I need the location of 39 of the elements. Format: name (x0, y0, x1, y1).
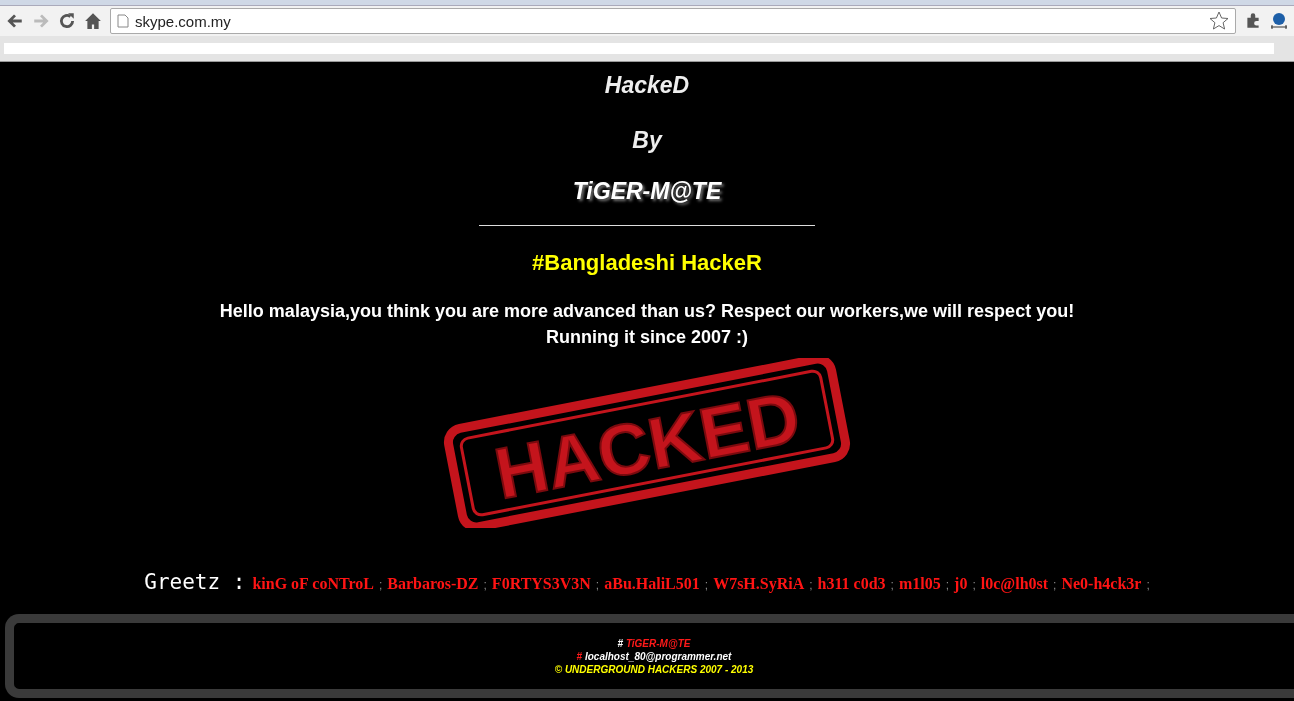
home-icon[interactable] (84, 12, 102, 30)
greetz-name: aBu.HaliL501 (604, 575, 700, 593)
footer-line: # TiGER-M@TE (617, 636, 691, 650)
greetz-name: kinG oF coNTroL (252, 575, 374, 593)
greetz-name: W7sH.SyRiA (713, 575, 805, 593)
greetz-name: Barbaros-DZ (387, 575, 479, 593)
greetz-name: j0 (954, 575, 968, 593)
greetz-name: F0RTYS3V3N (491, 575, 591, 593)
tagline: #Bangladeshi HackeR (532, 250, 762, 276)
page-icon (117, 14, 129, 28)
message-text: Hello malaysia,you think you are more advanced than us? Respect our workers,we will respect you! (219, 300, 1075, 323)
heading: By (632, 127, 662, 154)
greetz-name: l0c@lh0st (980, 575, 1049, 593)
puzzle-icon[interactable] (1244, 12, 1262, 30)
separator: ; (972, 578, 976, 592)
greetz-name: Ne0-h4ck3r (1061, 575, 1142, 593)
heading: HackeD (604, 72, 690, 99)
extension-icon[interactable] (1270, 12, 1288, 30)
url-text: skype.com.my (135, 12, 232, 30)
message-text: Running it since 2007 :) (544, 326, 749, 349)
address-bar[interactable]: skype.com.my (110, 8, 1236, 34)
separator: ; (378, 578, 383, 592)
greetz-label: Greetz : (144, 570, 246, 594)
copyright-text: © UNDERGROUND HACKERS 2007 - 2013 (554, 662, 754, 676)
star-icon[interactable] (1209, 11, 1229, 31)
reload-icon[interactable] (58, 12, 76, 30)
separator: ; (945, 578, 950, 592)
separator: ; (595, 578, 600, 592)
greetz-name: m1l05 (898, 575, 941, 593)
separator: ; (1053, 578, 1057, 592)
separator: ; (704, 578, 709, 592)
separator: ; (1146, 578, 1150, 592)
back-icon[interactable] (6, 12, 24, 30)
greetz-name: h311 c0d3 (817, 575, 886, 593)
footer-line: # localhost_80@programmer.net (576, 649, 732, 663)
separator: ; (483, 578, 487, 592)
separator: ; (890, 578, 894, 592)
author-name: TiGER-M@TE (572, 178, 722, 205)
separator: ; (809, 578, 813, 592)
